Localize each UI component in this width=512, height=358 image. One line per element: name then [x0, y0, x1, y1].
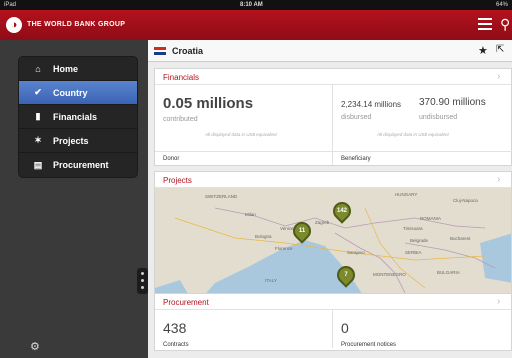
- financials-header[interactable]: Financials ›: [155, 69, 511, 85]
- map-label: SWITZERLAND: [205, 194, 238, 199]
- world-bank-logo-icon: ◑: [6, 17, 22, 33]
- sidebar-item-home[interactable]: ⌂ Home: [19, 57, 137, 81]
- battery-indicator: 64%: [495, 2, 508, 8]
- favorite-star-icon[interactable]: ★: [478, 44, 488, 57]
- sidebar-item-country[interactable]: ✔ Country: [19, 81, 137, 105]
- projects-header[interactable]: Projects ›: [155, 172, 511, 188]
- sidebar-item-label: Home: [53, 63, 79, 74]
- map-label: Milan: [245, 212, 256, 217]
- bar-chart-icon: ▮: [35, 111, 41, 121]
- pin-icon: ✶: [34, 135, 42, 145]
- map-label: ITALY: [265, 278, 277, 283]
- donor-amount: 0.05 millions: [163, 95, 254, 112]
- country-header: Croatia ★ ⇱: [148, 40, 512, 62]
- notices-panel: 0 Procurement notices: [333, 310, 512, 348]
- projects-card: Projects › SWITZERLAND HUNGARY ROMANIA M…: [154, 171, 512, 307]
- map-label: BULGARIA: [437, 270, 460, 275]
- sidebar-item-label: Projects: [53, 135, 89, 146]
- donor-sub-label: contributed: [163, 116, 198, 123]
- projects-map[interactable]: SWITZERLAND HUNGARY ROMANIA Milan Venice…: [155, 188, 511, 306]
- black-sea: [480, 233, 511, 283]
- sidebar-item-label: Procurement: [53, 160, 109, 170]
- financials-title: Financials: [163, 73, 200, 82]
- disbursed-amount: 2,234.14 millions: [341, 100, 402, 109]
- status-bar: iPad 8:10 AM 64%: [0, 0, 512, 10]
- contracts-count: 438: [163, 320, 187, 336]
- sidebar-item-projects[interactable]: ✶ Projects: [19, 129, 137, 153]
- map-label: Venice: [280, 226, 294, 231]
- pin-count: 7: [344, 272, 348, 278]
- contracts-panel: 438 Contracts: [155, 310, 333, 348]
- chevron-right-icon[interactable]: ›: [497, 71, 500, 82]
- map-label: SERBIA: [405, 250, 422, 255]
- procurement-title: Procurement: [163, 298, 209, 307]
- country-title: Croatia: [172, 46, 204, 56]
- map-label: ROMANIA: [420, 216, 442, 221]
- beneficiary-label: Beneficiary: [333, 151, 512, 165]
- map-label: MONTENEGRO: [373, 272, 406, 277]
- device-label: iPad: [4, 2, 17, 8]
- chevron-right-icon[interactable]: ›: [497, 296, 500, 307]
- app-header: ◑ THE WORLD BANK GROUP ⚲: [0, 10, 512, 40]
- map-label: Zagreb: [315, 220, 330, 225]
- map-label: Florence: [275, 246, 293, 251]
- financials-card: Financials › 0.05 millions contributed A…: [154, 68, 512, 166]
- sidebar-item-procurement[interactable]: ▤ Procurement: [19, 153, 137, 177]
- sidebar-nav: ⌂ Home ✔ Country ▮ Financials ✶ Projects…: [18, 56, 138, 178]
- financials-body: 0.05 millions contributed All displayed …: [155, 85, 512, 165]
- status-time: 8:10 AM: [240, 2, 263, 8]
- sidebar-item-label: Country: [53, 87, 88, 98]
- sidebar-item-financials[interactable]: ▮ Financials: [19, 105, 137, 129]
- main-content: Croatia ★ ⇱ Financials › 0.05 millions c…: [148, 40, 512, 358]
- procurement-card: Procurement › 438 Contracts 0 Procuremen…: [154, 293, 512, 351]
- map-label: Bucharest: [450, 236, 471, 241]
- beneficiary-panel: 2,234.14 millions disbursed 370.90 milli…: [333, 85, 512, 165]
- map-label: Cluj-Napoca: [453, 198, 478, 203]
- check-circle-icon: ✔: [34, 87, 42, 97]
- map-label: HUNGARY: [395, 192, 418, 197]
- procurement-header[interactable]: Procurement ›: [155, 294, 511, 310]
- map-label: Belgrade: [410, 238, 429, 243]
- notices-label: Procurement notices: [341, 342, 397, 348]
- home-icon: ⌂: [35, 63, 41, 74]
- disbursed-label: disbursed: [341, 114, 372, 121]
- map-label: Timisoara: [403, 226, 423, 231]
- pin-count: 11: [298, 228, 306, 234]
- map-label: Bologna: [255, 234, 272, 239]
- chevron-right-icon[interactable]: ›: [497, 174, 500, 185]
- share-icon[interactable]: ⇱: [496, 44, 504, 55]
- contracts-label: Contracts: [163, 342, 189, 348]
- undisbursed-amount: 370.90 millions: [419, 97, 486, 108]
- sidebar-drag-handle[interactable]: [137, 268, 148, 294]
- pin-count: 142: [336, 208, 347, 214]
- undisbursed-label: undisbursed: [419, 114, 458, 121]
- projects-title: Projects: [163, 176, 192, 185]
- donor-label: Donor: [155, 151, 332, 165]
- donor-note: All displayed data in US$ equivalent: [205, 132, 277, 137]
- search-icon[interactable]: ⚲: [500, 16, 510, 33]
- croatia-flag-icon: [154, 47, 166, 55]
- donor-panel: 0.05 millions contributed All displayed …: [155, 85, 333, 165]
- menu-icon[interactable]: [478, 18, 492, 30]
- gear-icon[interactable]: ⚙: [30, 340, 40, 353]
- beneficiary-note: All displayed data in US$ equivalent: [377, 132, 449, 137]
- notices-count: 0: [341, 320, 349, 336]
- procurement-body: 438 Contracts 0 Procurement notices: [155, 310, 511, 348]
- sidebar: ⌂ Home ✔ Country ▮ Financials ✶ Projects…: [0, 40, 148, 358]
- document-icon: ▤: [33, 159, 43, 170]
- brand-title: THE WORLD BANK GROUP: [27, 21, 126, 28]
- sidebar-item-label: Financials: [53, 111, 98, 122]
- flag-stripe: [154, 52, 166, 55]
- map-label: Sarajevo: [347, 250, 365, 255]
